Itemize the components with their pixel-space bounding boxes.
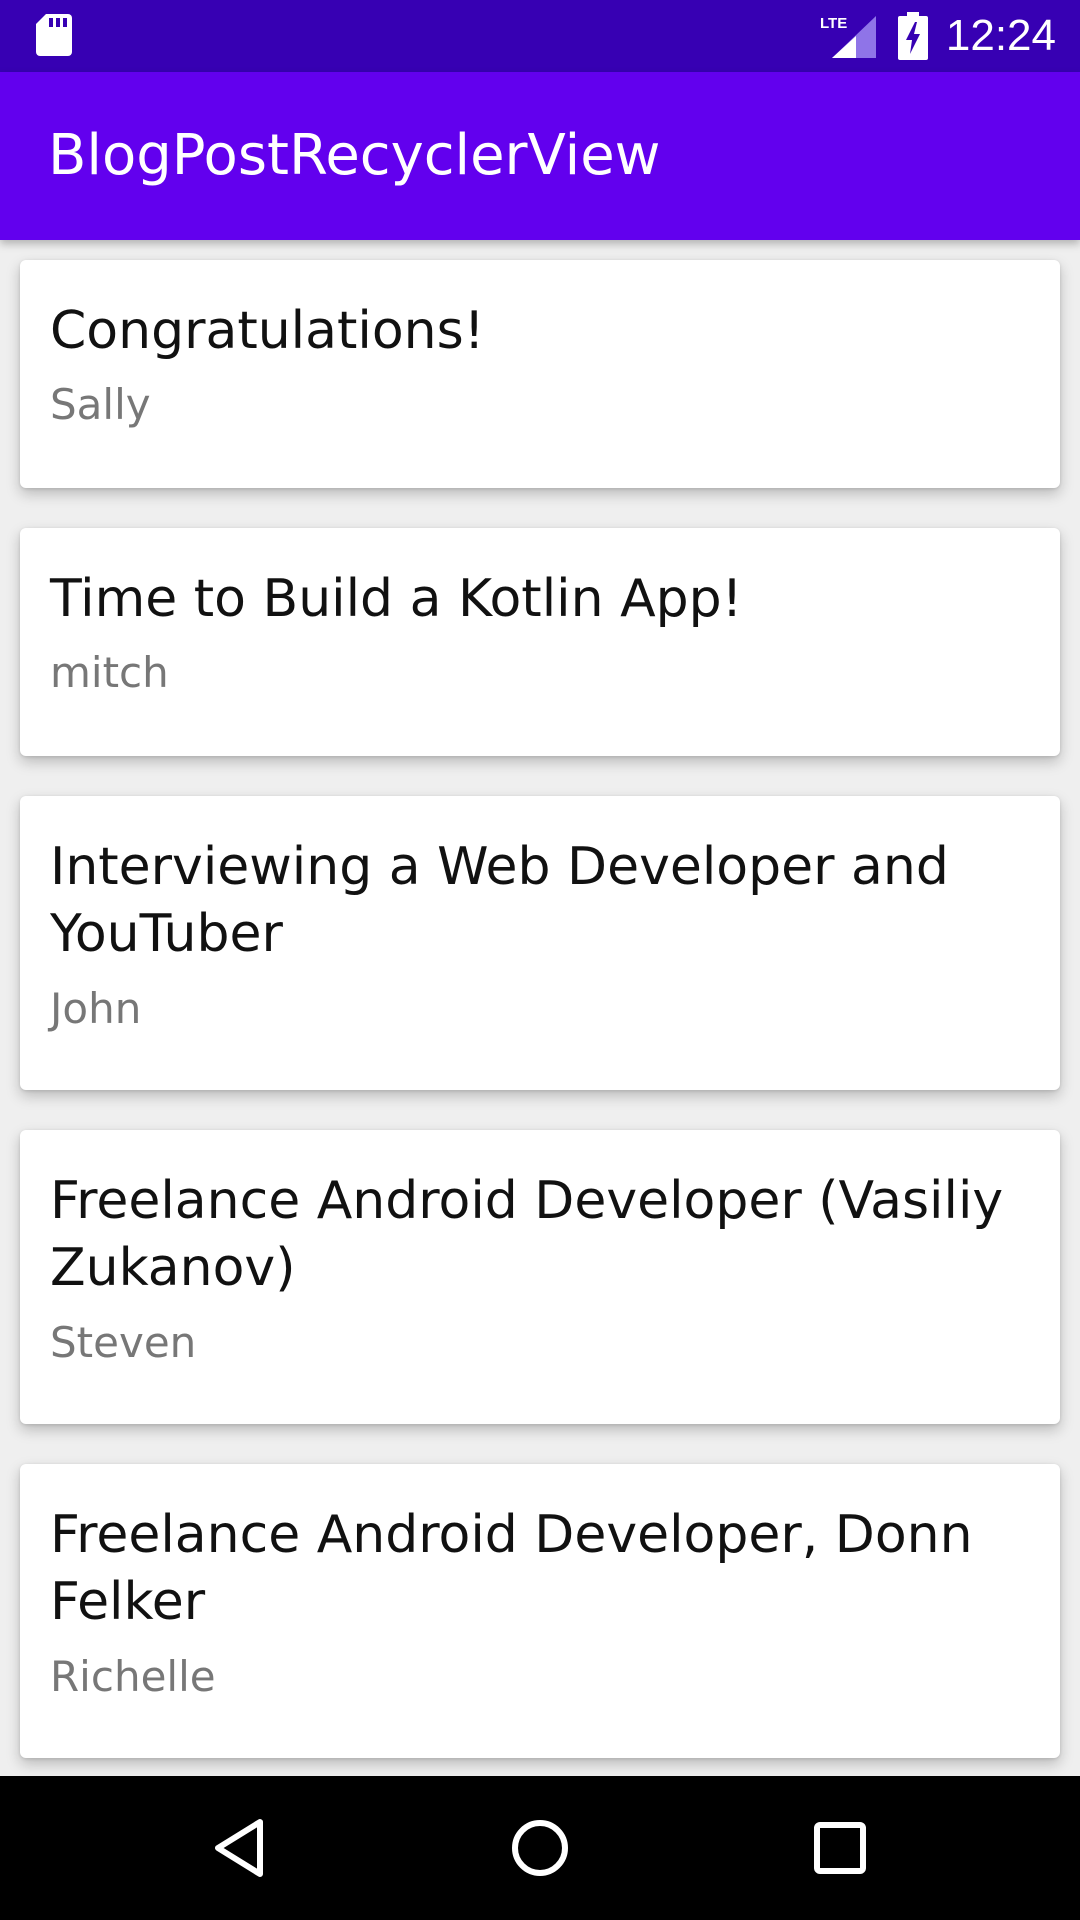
post-author: Richelle [50, 1652, 216, 1701]
navigation-bar [0, 1776, 1080, 1920]
post-author: John [50, 984, 142, 1033]
home-icon[interactable] [504, 1812, 576, 1884]
status-time: 12:24 [945, 11, 1056, 60]
list-item[interactable]: Time to Build a Kotlin App! mitch [20, 528, 1060, 756]
post-title: Freelance Android Developer (Vasiliy Zuk… [50, 1171, 1004, 1298]
svg-text:LTE: LTE [820, 15, 847, 32]
recents-icon[interactable] [804, 1812, 876, 1884]
back-icon[interactable] [204, 1812, 276, 1884]
post-title: Time to Build a Kotlin App! [50, 569, 743, 629]
post-author: Steven [50, 1318, 197, 1367]
list-item[interactable]: Interviewing a Web Developer and YouTube… [20, 796, 1060, 1090]
post-author: mitch [50, 648, 169, 697]
page-title: BlogPostRecyclerView [48, 123, 661, 188]
post-author: Sally [50, 380, 151, 429]
post-title: Freelance Android Developer, Donn Felker [50, 1505, 973, 1632]
app-bar: BlogPostRecyclerView [0, 72, 1080, 240]
post-title: Interviewing a Web Developer and YouTube… [50, 837, 949, 964]
list-item[interactable]: Freelance Android Developer, Donn Felker… [20, 1464, 1060, 1758]
blog-post-list[interactable]: Congratulations! Sally Time to Build a K… [0, 240, 1080, 1776]
battery-charging-icon [898, 12, 928, 60]
list-item[interactable]: Congratulations! Sally [20, 260, 1060, 488]
lte-signal-icon: LTE [820, 15, 876, 58]
list-item[interactable]: Freelance Android Developer (Vasiliy Zuk… [20, 1130, 1060, 1424]
post-title: Congratulations! [50, 301, 485, 361]
status-bar: LTE 12:24 [0, 0, 1080, 72]
sd-card-icon [36, 14, 72, 56]
